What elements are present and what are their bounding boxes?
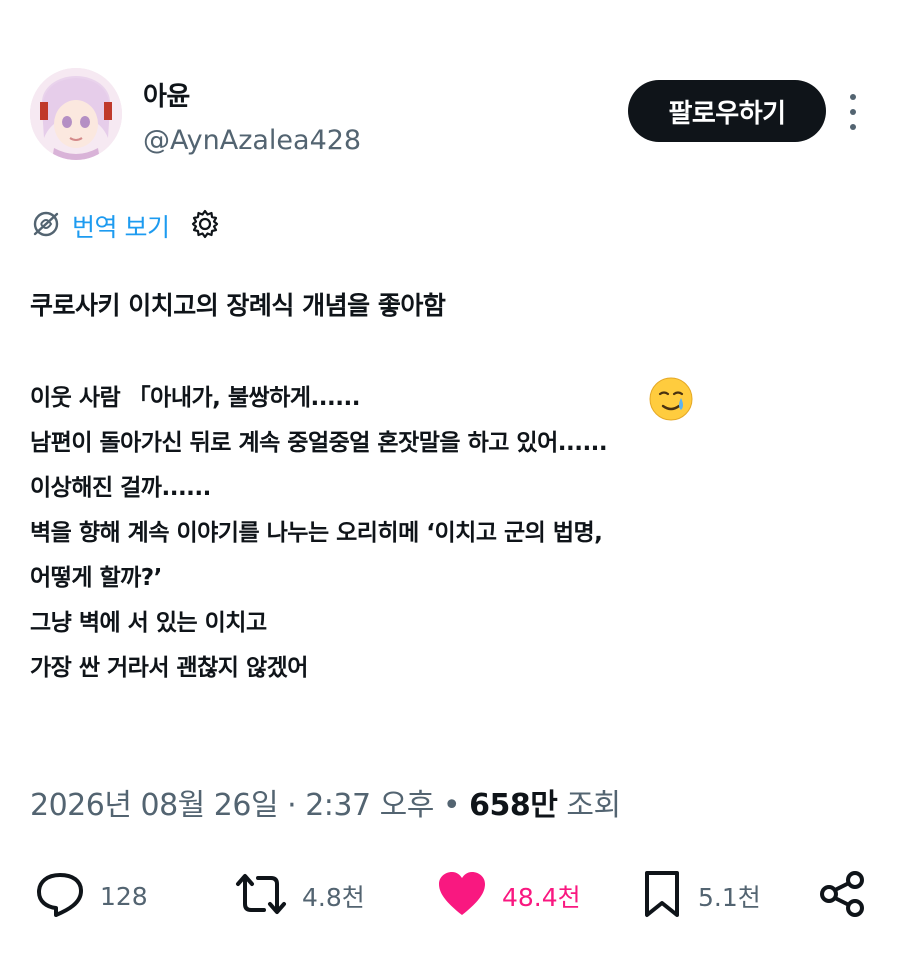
repost-icon [234, 870, 288, 922]
share-button[interactable] [818, 870, 868, 922]
post-line: 남편이 돌아가신 뒤로 계속 중얼중얼 혼잣말을 하고 있어...... [30, 430, 608, 456]
like-button[interactable]: 48.4천 [436, 870, 581, 922]
post-time[interactable]: 2:37 오후 [305, 788, 434, 823]
post-date[interactable]: 2026년 08월 26일 [30, 788, 279, 823]
post-meta: 2026년 08월 26일 · 2:37 오후 • 658만 조회 [30, 780, 621, 824]
reply-count: 128 [100, 881, 148, 911]
bookmark-button[interactable]: 5.1천 [640, 870, 761, 922]
reply-icon [34, 870, 86, 922]
view-label: 조회 [566, 788, 621, 823]
repost-count: 4.8천 [302, 883, 365, 912]
post-body: 이웃 사람 「아내가, 불쌍하게...... 남편이 돌아가신 뒤로 계속 중얼… [30, 376, 608, 691]
translate-link[interactable]: 번역 보기 [72, 208, 170, 244]
repost-button[interactable]: 4.8천 [234, 870, 365, 922]
more-options-icon[interactable] [840, 94, 866, 130]
reply-button[interactable]: 128 [34, 870, 148, 922]
teary-smile-emoji-icon [648, 376, 694, 422]
translate-globe-icon [30, 208, 62, 244]
post-line: 이상해진 걸까...... [30, 475, 211, 501]
bookmark-icon [640, 869, 684, 923]
heart-icon [436, 870, 488, 922]
post-title: 쿠로사키 이치고의 장례식 개념을 좋아함 [30, 291, 446, 320]
translate-row: 번역 보기 [30, 206, 221, 246]
meta-separator: · [287, 788, 297, 823]
view-count: 658만 [469, 788, 558, 823]
like-count: 48.4천 [502, 883, 581, 912]
post-line: 그냥 벽에 서 있는 이치고 [30, 610, 267, 636]
avatar[interactable] [30, 68, 122, 160]
user-handle[interactable]: @AynAzalea428 [143, 125, 361, 156]
meta-dot: • [442, 788, 461, 823]
post-line: 가장 싼 거라서 괜찮지 않겠어 [30, 655, 308, 681]
post-line: 이웃 사람 「아내가, 불쌍하게...... [30, 385, 360, 411]
post-line: 어떻게 할까?’ [30, 565, 162, 591]
gear-icon[interactable] [189, 208, 221, 244]
share-icon [818, 869, 868, 923]
bookmark-count: 5.1천 [698, 883, 761, 912]
display-name[interactable]: 아윤 [143, 76, 190, 113]
post-line: 벽을 향해 계속 이야기를 나누는 오리히메 ‘이치고 군의 법명, [30, 520, 603, 546]
follow-button[interactable]: 팔로우하기 [628, 80, 826, 142]
